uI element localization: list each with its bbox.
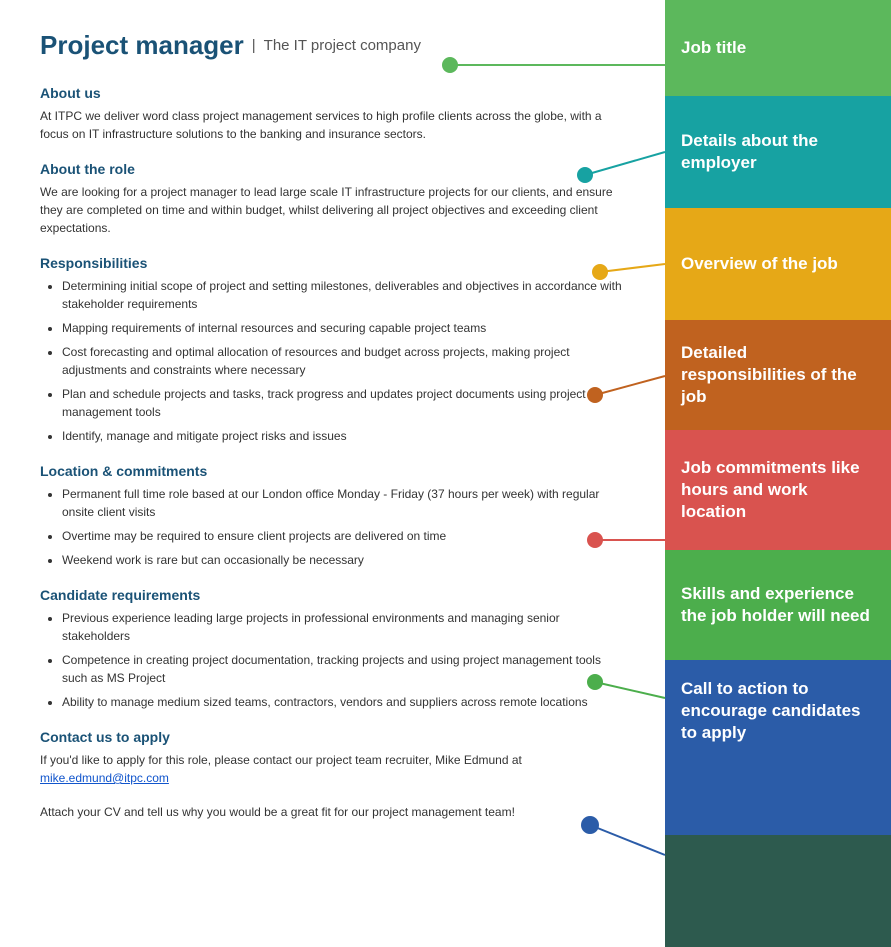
about-role-text: We are looking for a project manager to … bbox=[40, 183, 625, 237]
about-us-section: About us At ITPC we deliver word class p… bbox=[40, 85, 625, 143]
list-item: Permanent full time role based at our Lo… bbox=[62, 485, 625, 521]
responsibilities-heading: Responsibilities bbox=[40, 255, 625, 271]
location-list: Permanent full time role based at our Lo… bbox=[40, 485, 625, 569]
list-item: Cost forecasting and optimal allocation … bbox=[62, 343, 625, 379]
annotation-responsibilities: Detailed responsibilities of the job bbox=[665, 320, 891, 430]
list-item: Competence in creating project documenta… bbox=[62, 651, 625, 687]
list-item: Determining initial scope of project and… bbox=[62, 277, 625, 313]
about-us-heading: About us bbox=[40, 85, 625, 101]
annotation-skills: Skills and experience the job holder wil… bbox=[665, 550, 891, 660]
location-heading: Location & commitments bbox=[40, 463, 625, 479]
annotation-overview: Overview of the job bbox=[665, 208, 891, 320]
about-role-heading: About the role bbox=[40, 161, 625, 177]
job-title-row: Project manager | The IT project company bbox=[40, 30, 625, 61]
company-name: The IT project company bbox=[264, 37, 421, 54]
email-link[interactable]: mike.edmund@itpc.com bbox=[40, 771, 169, 785]
company-separator: | bbox=[252, 37, 256, 54]
candidate-section: Candidate requirements Previous experien… bbox=[40, 587, 625, 711]
annotation-job-title: Job title bbox=[665, 0, 891, 96]
list-item: Plan and schedule projects and tasks, tr… bbox=[62, 385, 625, 421]
contact-heading: Contact us to apply bbox=[40, 729, 625, 745]
annotation-cta: Call to action to encourage candidates t… bbox=[665, 660, 891, 835]
annotation-commitments: Job commitments like hours and work loca… bbox=[665, 430, 891, 550]
list-item: Mapping requirements of internal resourc… bbox=[62, 319, 625, 337]
list-item: Overtime may be required to ensure clien… bbox=[62, 527, 625, 545]
about-us-text: At ITPC we deliver word class project ma… bbox=[40, 107, 625, 143]
annotation-employer: Details about the employer bbox=[665, 96, 891, 208]
document-panel: Project manager | The IT project company… bbox=[0, 0, 665, 947]
candidate-heading: Candidate requirements bbox=[40, 587, 625, 603]
responsibilities-list: Determining initial scope of project and… bbox=[40, 277, 625, 445]
contact-section: Contact us to apply If you'd like to app… bbox=[40, 729, 625, 821]
list-item: Weekend work is rare but can occasionall… bbox=[62, 551, 625, 569]
list-item: Previous experience leading large projec… bbox=[62, 609, 625, 645]
annotation-panel: Job title Details about the employer Ove… bbox=[665, 0, 891, 947]
job-title-text: Project manager bbox=[40, 30, 244, 61]
contact-text1: If you'd like to apply for this role, pl… bbox=[40, 751, 625, 787]
location-section: Location & commitments Permanent full ti… bbox=[40, 463, 625, 569]
list-item: Ability to manage medium sized teams, co… bbox=[62, 693, 625, 711]
candidate-list: Previous experience leading large projec… bbox=[40, 609, 625, 711]
responsibilities-section: Responsibilities Determining initial sco… bbox=[40, 255, 625, 445]
main-container: Project manager | The IT project company… bbox=[0, 0, 891, 947]
contact-text2: Attach your CV and tell us why you would… bbox=[40, 803, 625, 821]
about-role-section: About the role We are looking for a proj… bbox=[40, 161, 625, 237]
list-item: Identify, manage and mitigate project ri… bbox=[62, 427, 625, 445]
